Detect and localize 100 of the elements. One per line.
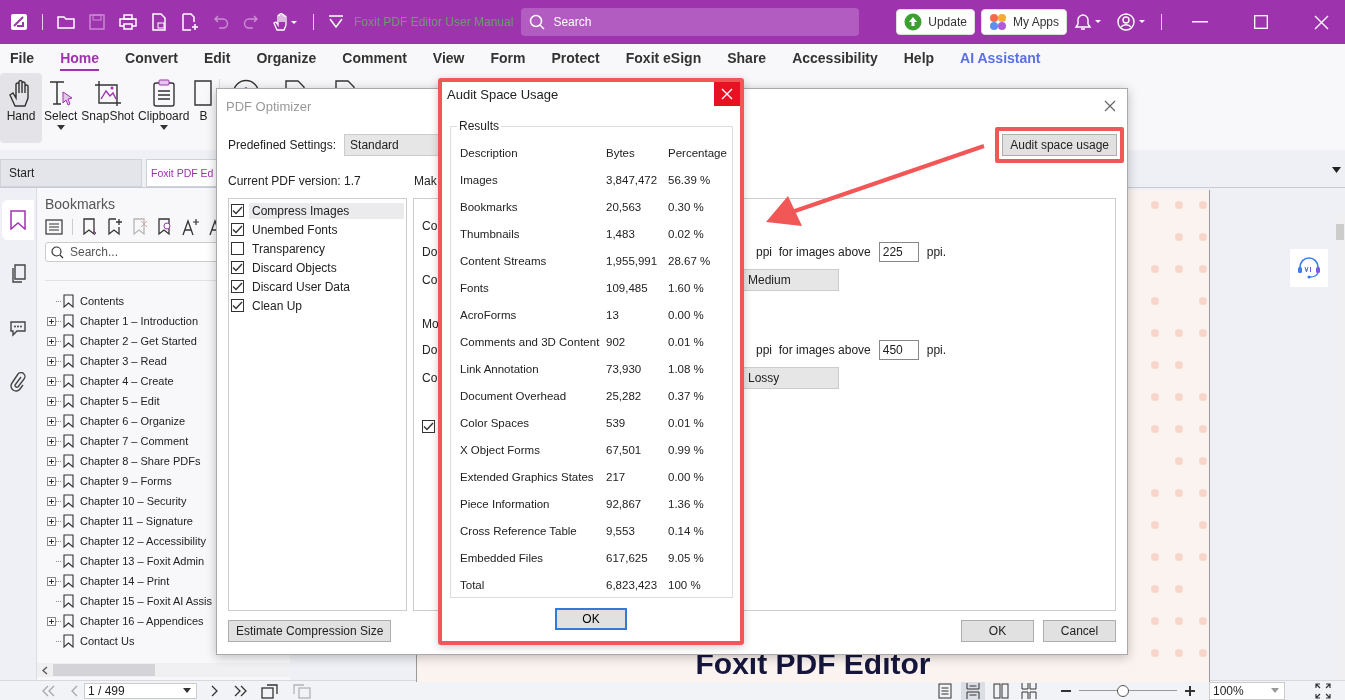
dropdown-icon[interactable]: [328, 15, 344, 29]
ribbon-button[interactable]: Clipboard: [136, 73, 192, 143]
zoom-field[interactable]: 100%: [1209, 681, 1285, 700]
option-item[interactable]: Discard User Data: [249, 278, 404, 295]
bookmark-item[interactable]: Chapter 6 – Organize: [80, 415, 186, 427]
expand-icon[interactable]: [47, 356, 56, 366]
app-logo-icon[interactable]: [10, 13, 28, 31]
bookmark-item[interactable]: Chapter 1 – Introduction: [80, 315, 199, 327]
maximize-icon[interactable]: [1254, 15, 1268, 29]
bookmark-item[interactable]: Chapter 11 – Signature: [80, 515, 193, 527]
bookmark-item[interactable]: Chapter 16 – Appendices: [80, 615, 204, 627]
menu-tab[interactable]: Share: [727, 46, 767, 71]
bookmark-item[interactable]: Chapter 12 – Accessibility: [80, 535, 206, 547]
expand-icon[interactable]: [47, 616, 56, 626]
expand-icon[interactable]: [47, 416, 56, 426]
document-tab[interactable]: Start: [0, 159, 142, 187]
bookmark-item[interactable]: Contents: [80, 295, 125, 307]
search-field[interactable]: Search: [521, 8, 860, 36]
increase-font-icon[interactable]: [182, 218, 200, 236]
menu-tab[interactable]: Comment: [342, 46, 407, 71]
last-page-icon[interactable]: [233, 684, 247, 697]
zoom-in-icon[interactable]: [1185, 685, 1195, 696]
ok-button[interactable]: OK: [555, 608, 627, 630]
expand-icon[interactable]: [47, 456, 56, 466]
menu-tab[interactable]: Protect: [551, 46, 600, 71]
document-icon[interactable]: [151, 13, 167, 31]
menu-tab[interactable]: AI Assistant: [960, 46, 1041, 71]
expand-icon[interactable]: [47, 376, 56, 386]
menu-tab[interactable]: Organize: [256, 46, 317, 71]
quality-dropdown[interactable]: Medium: [742, 269, 839, 291]
ppi-field[interactable]: 225: [878, 242, 919, 262]
checkbox[interactable]: [231, 280, 244, 293]
ai-assistant-button[interactable]: [1290, 249, 1328, 287]
apps-button[interactable]: My Apps: [980, 9, 1067, 35]
menu-tab[interactable]: View: [432, 46, 465, 71]
checkbox[interactable]: [231, 299, 244, 312]
folder-icon[interactable]: [57, 14, 75, 30]
ribbon-button[interactable]: Select: [42, 73, 80, 143]
menu-tab[interactable]: Accessibility: [792, 46, 878, 71]
dialog-button[interactable]: Cancel: [1043, 620, 1116, 642]
bookmark-item[interactable]: Chapter 8 – Share PDFs: [80, 455, 201, 467]
dialog-button[interactable]: OK: [961, 620, 1034, 642]
expand-icon[interactable]: [47, 316, 56, 326]
checkbox[interactable]: [231, 204, 244, 217]
ribbon-button[interactable]: Hand: [0, 73, 42, 143]
menu-tab[interactable]: Convert: [125, 46, 178, 71]
previous-view-icon[interactable]: [261, 682, 279, 699]
checkbox[interactable]: [422, 419, 435, 433]
checkbox[interactable]: [231, 242, 244, 255]
menu-tab[interactable]: Help: [903, 46, 935, 71]
option-item[interactable]: Discard Objects: [249, 259, 404, 276]
expand-icon[interactable]: [47, 476, 56, 486]
menu-tab[interactable]: Foxit eSign: [625, 46, 702, 71]
close-button[interactable]: [714, 82, 740, 106]
bookmark-item[interactable]: Chapter 7 – Comment: [80, 435, 189, 447]
bookmark-icon[interactable]: [82, 218, 98, 236]
find-bookmark-icon[interactable]: [157, 218, 173, 236]
option-item[interactable]: Unembed Fonts: [249, 221, 404, 238]
zoom-out-icon[interactable]: [1061, 689, 1071, 692]
menu-tab[interactable]: Home: [60, 46, 100, 71]
ribbon-button[interactable]: SnapShot: [79, 73, 137, 143]
bookmark-item[interactable]: Chapter 13 – Foxit Admin: [80, 555, 205, 567]
expand-icon[interactable]: [47, 516, 56, 526]
bookmark-item[interactable]: Chapter 2 – Get Started: [80, 335, 197, 347]
quality-dropdown[interactable]: Lossy: [742, 367, 839, 389]
ribbon-button[interactable]: B: [191, 73, 216, 143]
bookmark-item[interactable]: Chapter 3 – Read: [80, 355, 167, 367]
expand-icon[interactable]: [47, 496, 56, 506]
ppi-field[interactable]: 450: [878, 340, 919, 360]
next-page-icon[interactable]: [211, 684, 219, 697]
user-icon[interactable]: [1117, 13, 1147, 31]
bookmark-item[interactable]: Contact Us: [80, 635, 135, 647]
expand-icon[interactable]: [47, 576, 56, 586]
expand-icon[interactable]: [47, 536, 56, 546]
close-icon[interactable]: [1104, 100, 1116, 112]
checkbox[interactable]: [231, 261, 244, 274]
bell-icon[interactable]: [1073, 13, 1103, 31]
bookmark-item[interactable]: Chapter 15 – Foxit AI Assis: [80, 595, 213, 607]
menu-tab[interactable]: File: [10, 46, 35, 71]
option-item[interactable]: Clean Up: [249, 297, 404, 314]
bookmark-item[interactable]: Chapter 9 – Forms: [80, 475, 172, 487]
audit-button[interactable]: Audit space usage: [1002, 134, 1117, 156]
full-screen-icon[interactable]: [1315, 682, 1331, 699]
estimate-button[interactable]: Estimate Compression Size: [228, 620, 392, 642]
page-number-field[interactable]: 1 / 499: [84, 682, 197, 699]
scrollbar[interactable]: [37, 663, 290, 677]
option-item[interactable]: Compress Images: [249, 202, 404, 219]
expand-icon[interactable]: [47, 436, 56, 446]
hand-icon[interactable]: [273, 13, 299, 31]
new-document-icon[interactable]: [181, 13, 199, 31]
bookmark-item[interactable]: Chapter 5 – Edit: [80, 395, 160, 407]
expand-icon[interactable]: [47, 336, 56, 346]
print-icon[interactable]: [119, 14, 137, 30]
add-bookmark-icon[interactable]: [107, 218, 123, 236]
caret-icon[interactable]: [1332, 167, 1341, 173]
expand-icon[interactable]: [47, 396, 56, 406]
menu-tab[interactable]: Form: [490, 46, 526, 71]
list-icon[interactable]: [45, 219, 63, 235]
bookmark-item[interactable]: Chapter 14 – Print: [80, 575, 170, 587]
menu-tab[interactable]: Edit: [203, 46, 231, 71]
